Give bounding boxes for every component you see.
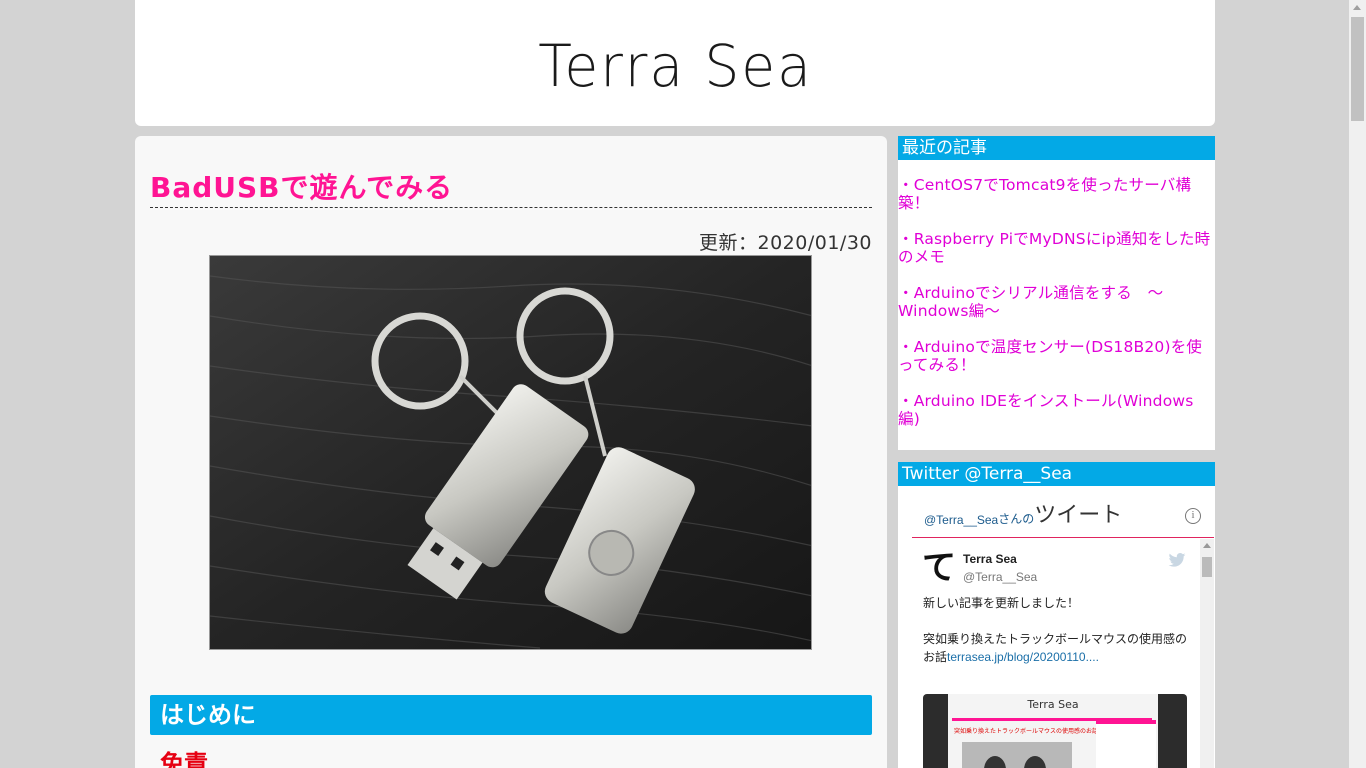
twitter-heading: Twitter @Terra__Sea	[898, 462, 1215, 486]
tweet-text: 新しい記事を更新しました！	[923, 596, 1080, 610]
preview-sidebar	[1096, 720, 1156, 768]
tweet-scroll-thumb[interactable]	[1202, 557, 1212, 577]
tweet-timeline[interactable]: て Terra Sea @Terra__Sea 新しい記事を更新しました！ 突如…	[912, 539, 1214, 768]
twitter-san-text: さんの	[998, 512, 1035, 526]
recent-post-link[interactable]: ・Arduino IDEをインストール(Windows編)	[898, 392, 1213, 428]
info-icon[interactable]: i	[1185, 508, 1201, 524]
twitter-tweets-label: ツイート	[1034, 503, 1123, 528]
tweet-text-body: 突如乗り換えたトラックボールマウスの使用感のお話terrasea.jp/blog…	[923, 630, 1193, 666]
twitter-timeline-header: @Terra__Sea さんの ツイート	[912, 498, 1214, 538]
updated-date: 更新：2020/01/30	[698, 232, 872, 254]
preview-site-title: Terra Sea	[1027, 698, 1079, 711]
recent-posts-list: ・CentOS7でTomcat9を使ったサーバ構築！ ・Raspberry Pi…	[898, 160, 1215, 428]
section-heading: はじめに	[150, 695, 872, 735]
subheading: 免責	[160, 750, 208, 768]
site-title[interactable]: Terra Sea	[538, 32, 813, 100]
article-main: BadUSBで遊んでみる 更新：2020/01/30 はじめに 免責	[135, 136, 887, 768]
recent-post-link[interactable]: ・Arduinoでシリアル通信をする ～Windows編～	[898, 284, 1213, 320]
recent-post-link[interactable]: ・Arduinoで温度センサー(DS18B20)を使ってみる！	[898, 338, 1213, 374]
avatar[interactable]: て	[922, 551, 956, 585]
usb-photo	[209, 255, 812, 650]
twitter-handle-link[interactable]: @Terra__Sea	[924, 513, 998, 527]
twitter-box: Twitter @Terra__Sea @Terra__Sea さんの ツイート…	[898, 462, 1215, 768]
tweet-author-name[interactable]: Terra Sea	[963, 552, 1017, 566]
preview-page: Terra Sea 突如乗り換えたトラックボールマウスの使用感のお話	[948, 694, 1158, 768]
page-scrollbar[interactable]	[1349, 0, 1366, 768]
preview-article-title: 突如乗り換えたトラックボールマウスの使用感のお話	[954, 728, 1099, 735]
post-title: BadUSBで遊んでみる	[150, 168, 872, 208]
page-scroll-thumb[interactable]	[1351, 17, 1364, 121]
tweet-scrollbar[interactable]	[1200, 539, 1214, 768]
scroll-up-arrow-icon[interactable]	[1203, 543, 1211, 548]
tweet-link-preview[interactable]: Terra Sea 突如乗り換えたトラックボールマウスの使用感のお話	[923, 694, 1187, 768]
scroll-up-arrow-icon[interactable]	[1353, 5, 1361, 10]
tweet-link[interactable]: terrasea.jp/blog/20200110....	[947, 650, 1099, 664]
recent-posts-box: 最近の記事 ・CentOS7でTomcat9を使ったサーバ構築！ ・Raspbe…	[898, 136, 1215, 450]
preview-image	[962, 742, 1072, 768]
recent-post-link[interactable]: ・CentOS7でTomcat9を使ったサーバ構築！	[898, 176, 1213, 212]
tweet-author-username[interactable]: @Terra__Sea	[963, 570, 1037, 584]
recent-post-link[interactable]: ・Raspberry PiでMyDNSにip通知をした時のメモ	[898, 230, 1213, 266]
site-header: Terra Sea	[135, 0, 1215, 126]
twitter-bird-icon[interactable]	[1168, 553, 1186, 567]
recent-posts-heading: 最近の記事	[898, 136, 1215, 160]
